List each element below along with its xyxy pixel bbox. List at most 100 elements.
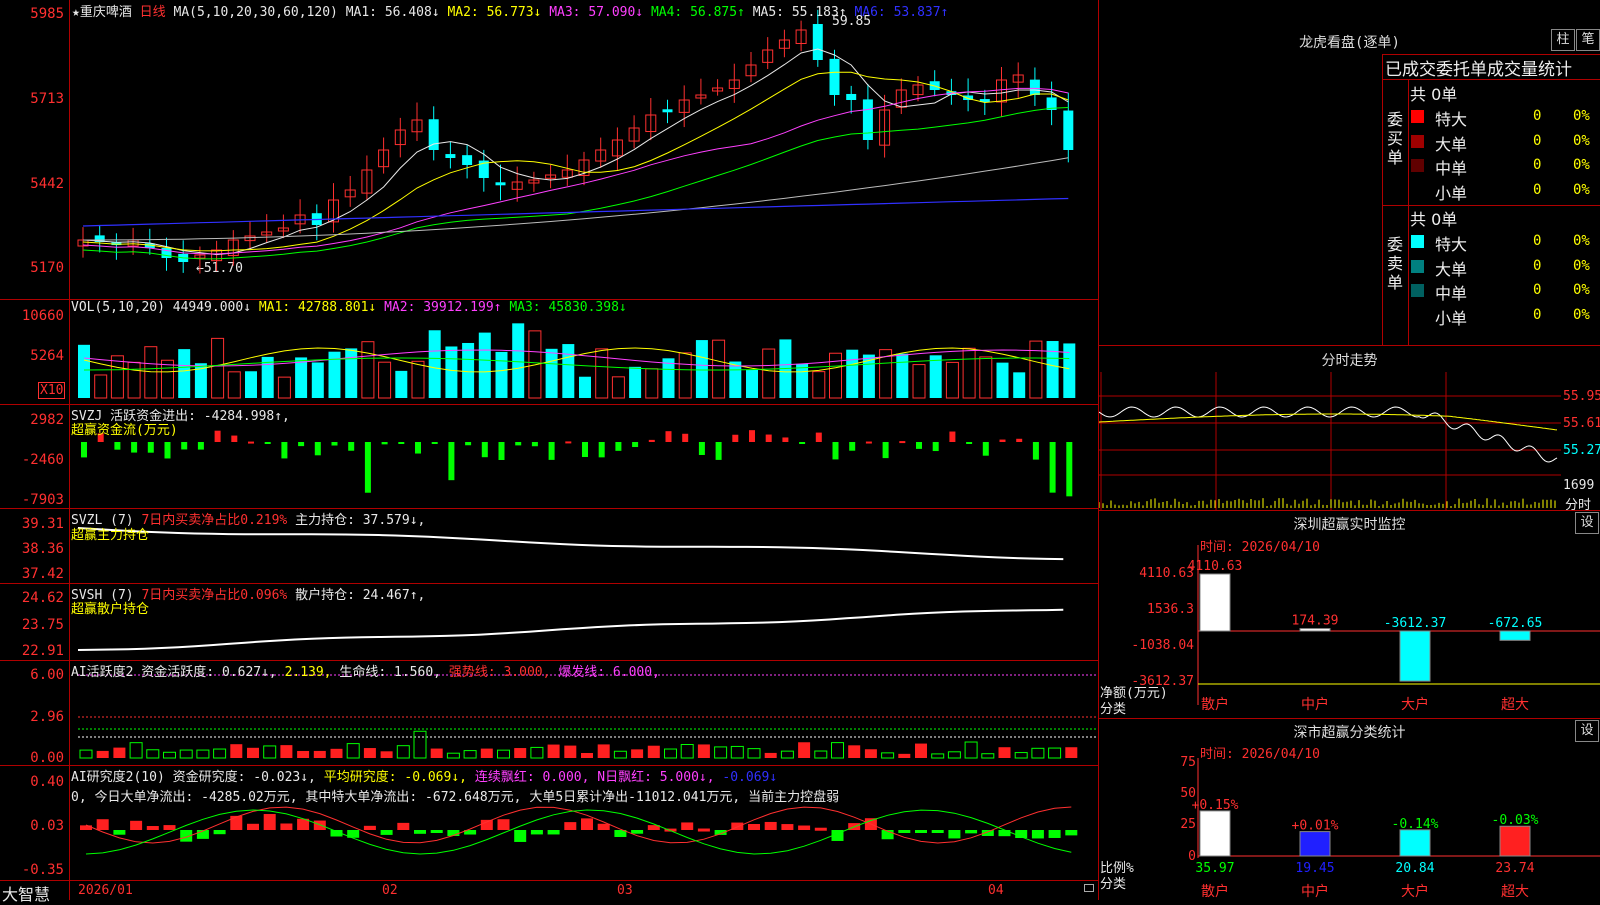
- vol-bar: [662, 358, 675, 398]
- ai1-axis-tick: 6.00: [30, 667, 64, 683]
- vol-bar: [178, 349, 191, 398]
- ai2-bar: [163, 825, 176, 830]
- order-percent: 0%: [1573, 257, 1590, 274]
- vol-bar: [411, 360, 425, 399]
- ai1-bar: [230, 744, 243, 758]
- monitor-xlabel: 分类: [1100, 702, 1127, 717]
- ai1-burstline: 爆发线: 6.000,: [558, 665, 660, 680]
- svzj-bar: [331, 442, 338, 446]
- order-percent: 0%: [1573, 233, 1590, 249]
- classify-change-label: +0.15%: [1192, 798, 1239, 813]
- ai1-bar: [446, 752, 460, 759]
- svzj-bar: [415, 442, 421, 454]
- monitor-bar-label: -672.65: [1488, 616, 1543, 631]
- ai2-red-n: N日飘红: 5.000↓,: [597, 770, 715, 785]
- ai2-bar: [915, 830, 927, 833]
- vol-axis-tick: 5264: [30, 348, 64, 364]
- longhu-title: 龙虎看盘(逐单): [1299, 35, 1400, 51]
- ai2-bar: [230, 815, 243, 830]
- svzj-bar: [381, 442, 388, 445]
- candle-down: [1063, 110, 1074, 150]
- vol-bar: [144, 346, 158, 399]
- ai1-bar: [163, 751, 176, 759]
- intraday-axis-tick: 55.61: [1563, 416, 1600, 431]
- ai1-bar: [380, 751, 393, 758]
- svzj-bar: [214, 430, 221, 442]
- vol-bar: [562, 344, 575, 398]
- order-type-label: 大单: [1435, 134, 1468, 154]
- ai1-bar: [247, 747, 259, 758]
- ai2-axis-tick: 0.03: [30, 818, 64, 834]
- svzj-bar: [1032, 442, 1039, 460]
- vol-bar: [512, 323, 525, 398]
- ai1-bar: [113, 747, 126, 758]
- monitor-time: 时间: 2026/04/10: [1200, 540, 1320, 555]
- ai1-bar: [631, 749, 644, 758]
- monitor-bar-label: 4110.63: [1188, 559, 1243, 574]
- candle-down: [812, 24, 823, 60]
- classify-settings-button[interactable]: 设: [1575, 720, 1599, 742]
- lock-icon[interactable]: [1084, 884, 1094, 892]
- monitor-category: 超大: [1501, 697, 1529, 713]
- vol-bar: [127, 361, 141, 399]
- ma6-line: [82, 197, 1069, 227]
- svzj-bar: [632, 442, 639, 448]
- ma4-line: [82, 107, 1069, 260]
- vol-bar: [829, 352, 842, 399]
- classify-category: 大户: [1401, 883, 1429, 900]
- ai1-bar: [848, 745, 861, 758]
- svzj-bar: [448, 442, 455, 481]
- svsh-axis-tick: 22.91: [21, 643, 64, 659]
- order-swatch: [1411, 110, 1424, 123]
- ai1-axis-tick: 2.96: [30, 709, 64, 725]
- svzj-bar: [114, 442, 121, 450]
- svzj-bar: [715, 442, 722, 460]
- monitor-category: 大户: [1401, 696, 1429, 713]
- ai2-bar: [414, 830, 426, 834]
- order-percent: 0%: [1573, 132, 1590, 149]
- ai2-bar: [280, 823, 293, 830]
- vol-bar: [1046, 341, 1059, 398]
- order-swatch: [1411, 259, 1424, 273]
- candle-down: [462, 155, 473, 165]
- order-percent: 0%: [1573, 108, 1590, 124]
- classify-value: 20.84: [1395, 861, 1434, 876]
- classify-value: 19.45: [1295, 861, 1334, 876]
- svsh-holding: 散户持仓: 24.467↑,: [295, 588, 426, 603]
- order-type-label: 中单: [1435, 159, 1468, 178]
- svzj-sub: 超赢资金流(万元): [71, 423, 178, 438]
- ai2-axis-tick: 0.40: [30, 774, 64, 790]
- classify-bar: [1399, 829, 1431, 857]
- sell-side-label: 委卖单: [1387, 235, 1404, 292]
- monitor-settings-button[interactable]: 设: [1575, 512, 1599, 534]
- ai1-bar: [1031, 747, 1045, 759]
- brand-logo[interactable]: 大智慧: [2, 881, 50, 905]
- ai1-bar: [780, 750, 794, 759]
- order-type-label: 大单: [1435, 259, 1468, 279]
- svzj-bar: [765, 434, 772, 442]
- date-tick: 02: [382, 883, 398, 898]
- vol-bar: [211, 337, 225, 399]
- classify-axis-tick: 0: [1188, 849, 1196, 864]
- ai2-bar: [313, 820, 326, 830]
- column-mode-button[interactable]: 柱: [1551, 29, 1575, 51]
- kline-chart[interactable]: [0, 0, 1100, 900]
- ai1-bar: [146, 749, 160, 759]
- svsh-axis-tick: 23.75: [21, 617, 64, 633]
- vol-ma3: MA3: 45830.398↓: [509, 300, 627, 315]
- vol-bar: [161, 359, 174, 399]
- candle-down: [846, 93, 857, 100]
- intraday-chart[interactable]: 55.95 55.61 55.27 1699 分时: [1099, 372, 1600, 513]
- ai1-bar: [396, 745, 410, 759]
- order-count: 0: [1533, 257, 1542, 274]
- tick-mode-button[interactable]: 笔: [1576, 29, 1600, 51]
- ai1-strongline: 强势线: 3.000,: [448, 665, 551, 680]
- ai1-bar: [430, 748, 443, 758]
- vol-bar: [227, 371, 241, 399]
- order-count: 0: [1533, 181, 1542, 198]
- ai2-bar: [247, 823, 259, 830]
- ai1-bar: [547, 744, 560, 758]
- vol-axis-tick: 10660: [21, 308, 64, 324]
- ai2-bar: [697, 828, 710, 832]
- order-total: 共 0单: [1410, 85, 1458, 104]
